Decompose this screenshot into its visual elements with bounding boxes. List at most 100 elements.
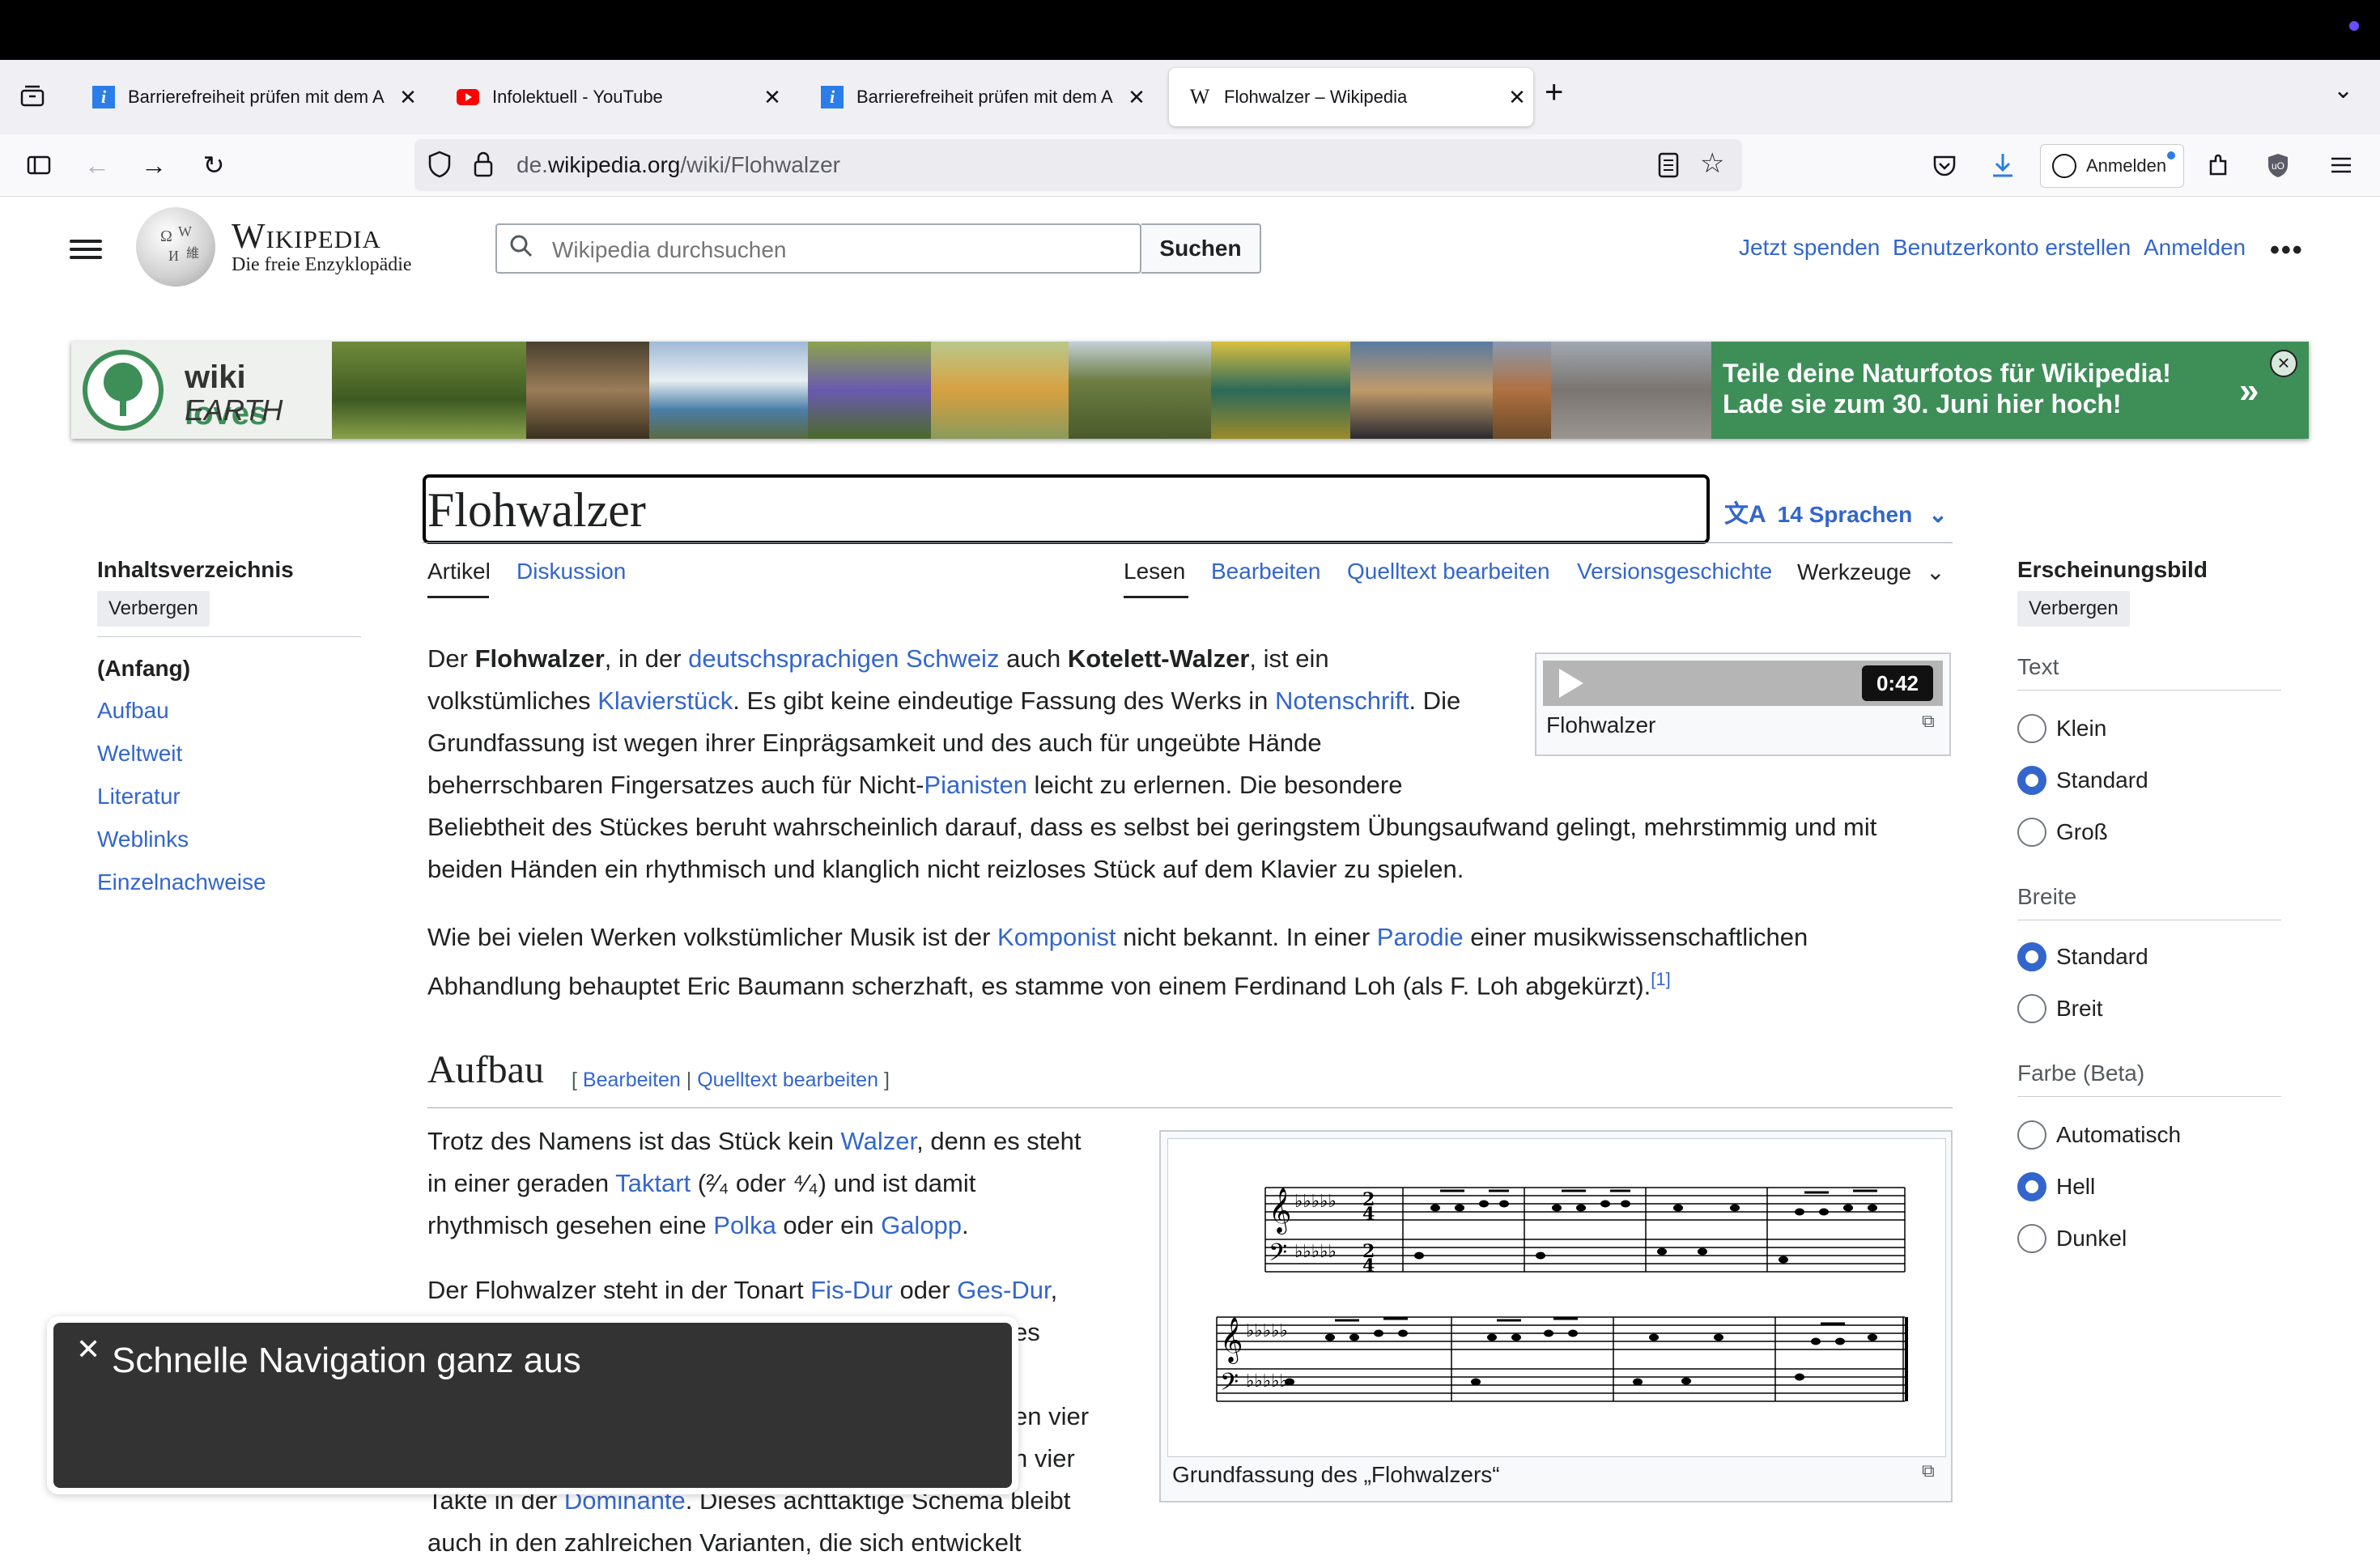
back-arrow-icon[interactable]: ← — [78, 146, 117, 185]
link-polka[interactable]: Polka — [713, 1211, 776, 1239]
download-icon[interactable] — [1983, 146, 2022, 185]
main-menu-icon[interactable] — [70, 235, 102, 267]
close-icon[interactable]: ✕ — [756, 85, 788, 110]
reload-icon[interactable]: ↻ — [194, 146, 233, 185]
radio-text-small[interactable] — [2017, 714, 2046, 743]
tab-source-edit[interactable]: Quelltext bearbeiten — [1347, 559, 1550, 584]
toc-item-weblinks[interactable]: Weblinks — [97, 827, 189, 852]
toc-item-start[interactable]: (Anfang) — [97, 656, 190, 682]
extensions-icon[interactable] — [2199, 146, 2238, 185]
radio-width-wide[interactable] — [2017, 994, 2046, 1023]
banner-text[interactable]: Teile deine Naturfotos für Wikipedia! La… — [1723, 358, 2171, 419]
reader-view-icon[interactable] — [1658, 152, 1679, 182]
tab-list-chevron-icon[interactable]: ⌄ — [2333, 76, 2353, 104]
search-input[interactable] — [550, 236, 1120, 264]
toc-item-literatur[interactable]: Literatur — [97, 784, 181, 810]
radio-width-standard[interactable] — [2017, 942, 2046, 971]
reference-link[interactable]: [1] — [1651, 969, 1670, 989]
search-box[interactable] — [495, 223, 1141, 274]
banner-close-icon[interactable]: × — [2270, 350, 2297, 377]
link-pianisten[interactable]: Pianisten — [924, 771, 1027, 799]
tab-history[interactable]: Versionsgeschichte — [1577, 559, 1772, 584]
play-icon[interactable] — [1559, 669, 1583, 698]
radio-color-auto[interactable] — [2017, 1120, 2046, 1150]
tab-barrierefreiheit-2[interactable]: i Barrierefreiheit prüfen mit dem A ✕ — [801, 68, 1153, 126]
wiki-loves-earth-banner[interactable]: wiki loves EARTH Teile deine Naturfotos … — [71, 342, 2309, 439]
url-bar[interactable]: de.wikipedia.org/wiki/Flohwalzer ☆ — [414, 139, 1742, 191]
tab-youtube[interactable]: Infolektuell - YouTube ✕ — [437, 68, 788, 126]
toc-item-aufbau[interactable]: Aufbau — [97, 698, 169, 724]
tab-flohwalzer[interactable]: W Flohwalzer – Wikipedia ✕ — [1169, 68, 1533, 126]
link-ges-dur[interactable]: Ges-Dur — [957, 1276, 1050, 1304]
forward-arrow-icon[interactable]: → — [134, 146, 173, 185]
sidebar-toggle-icon[interactable] — [19, 146, 58, 185]
radio-label[interactable]: Klein — [2056, 716, 2106, 742]
radio-label[interactable]: Dunkel — [2056, 1226, 2127, 1252]
tab-barrierefreiheit-1[interactable]: i Barrierefreiheit prüfen mit dem A ✕ — [73, 68, 424, 126]
radio-text-standard[interactable] — [2017, 766, 2046, 795]
toc-item-einzelnachweise[interactable]: Einzelnachweise — [97, 869, 266, 895]
toast-body: ✕ Schnelle Navigation ganz aus — [53, 1323, 1012, 1488]
account-button[interactable]: Anmelden — [2040, 144, 2184, 188]
radio-label[interactable]: Hell — [2056, 1174, 2095, 1200]
toc-item-weltweit[interactable]: Weltweit — [97, 741, 182, 767]
banner-chevron-icon[interactable]: » — [2239, 371, 2259, 411]
link-taktart[interactable]: Taktart — [615, 1169, 691, 1197]
link-klavierstueck[interactable]: Klavierstück — [597, 686, 733, 715]
valley-photo — [1069, 342, 1211, 439]
toc-hide-button[interactable]: Verbergen — [97, 591, 210, 627]
appearance-hide-button[interactable]: Verbergen — [2017, 591, 2130, 627]
link-deutschsprachige-schweiz[interactable]: deutschsprachigen Schweiz — [688, 644, 999, 673]
tab-overview-icon[interactable] — [15, 78, 50, 113]
close-icon[interactable]: ✕ — [1120, 85, 1153, 110]
login-link[interactable]: Anmelden — [2144, 235, 2246, 261]
app-menu-icon[interactable] — [2322, 146, 2361, 185]
radio-label[interactable]: Groß — [2056, 819, 2108, 845]
donate-link[interactable]: Jetzt spenden — [1739, 235, 1880, 261]
link-parodie[interactable]: Parodie — [1377, 923, 1464, 951]
close-icon[interactable]: ✕ — [76, 1332, 100, 1366]
sheet-music-image[interactable]: 𝄞 𝄢 𝄞 𝄢 ♭♭♭♭♭ ♭♭♭♭♭ ♭♭♭♭♭ ♭♭♭♭♭ 24 24 — [1167, 1138, 1946, 1457]
radio-color-dark[interactable] — [2017, 1224, 2046, 1253]
wikipedia-globe-logo[interactable]: Ω W И 維 — [136, 207, 215, 287]
link-fis-dur[interactable]: Fis-Dur — [810, 1276, 893, 1304]
audio-player[interactable]: 0:42 Flohwalzer ⧉ — [1535, 652, 1951, 756]
shield-icon[interactable] — [427, 151, 452, 182]
radio-label[interactable]: Standard — [2056, 944, 2148, 970]
url-text[interactable]: de.wikipedia.org/wiki/Flohwalzer — [516, 152, 840, 178]
wikipedia-wordmark[interactable]: Wikipedia — [232, 215, 381, 257]
link-komponist[interactable]: Komponist — [997, 923, 1116, 951]
expand-icon[interactable]: ⧉ — [1922, 1460, 1935, 1481]
radio-label[interactable]: Standard — [2056, 767, 2148, 793]
score-figure[interactable]: 𝄞 𝄢 𝄞 𝄢 ♭♭♭♭♭ ♭♭♭♭♭ ♭♭♭♭♭ ♭♭♭♭♭ 24 24 Gr… — [1159, 1130, 1953, 1502]
radio-label[interactable]: Automatisch — [2056, 1122, 2181, 1148]
audio-controls[interactable]: 0:42 — [1543, 661, 1943, 706]
tab-discussion[interactable]: Diskussion — [516, 559, 626, 584]
tab-read[interactable]: Lesen — [1124, 559, 1185, 584]
link-galopp[interactable]: Galopp — [881, 1211, 962, 1239]
lock-icon[interactable] — [473, 151, 494, 182]
tools-menu[interactable]: Werkzeuge ⌄ — [1797, 559, 1945, 585]
expand-icon[interactable]: ⧉ — [1922, 711, 1935, 732]
forest-photo — [332, 342, 526, 439]
more-options-icon[interactable]: ••• — [2270, 235, 2304, 266]
radio-label[interactable]: Breit — [2056, 996, 2103, 1022]
radio-text-large[interactable] — [2017, 818, 2046, 847]
link-walzer[interactable]: Walzer — [841, 1127, 917, 1155]
section-edit-link[interactable]: Bearbeiten — [583, 1069, 681, 1091]
section-source-edit-link[interactable]: Quelltext bearbeiten — [697, 1069, 878, 1091]
link-notenschrift[interactable]: Notenschrift — [1275, 686, 1409, 715]
language-button[interactable]: 文A 14 Sprachen ⌄ — [1724, 494, 1948, 529]
search-button[interactable]: Suchen — [1141, 223, 1261, 274]
radio-color-light[interactable] — [2017, 1172, 2046, 1201]
close-icon[interactable]: ✕ — [1501, 85, 1533, 110]
ublock-shield-icon[interactable]: uO — [2259, 146, 2297, 185]
new-tab-plus-icon[interactable]: + — [1545, 74, 1563, 111]
close-icon[interactable]: ✕ — [392, 85, 424, 110]
tab-edit[interactable]: Bearbeiten — [1211, 559, 1320, 584]
create-account-link[interactable]: Benutzerkonto erstellen — [1893, 235, 2131, 261]
tab-article[interactable]: Artikel — [427, 559, 491, 584]
svg-text:𝄢: 𝄢 — [1220, 1369, 1239, 1402]
bookmark-star-icon[interactable]: ☆ — [1700, 147, 1724, 180]
pocket-icon[interactable] — [1925, 146, 1964, 185]
